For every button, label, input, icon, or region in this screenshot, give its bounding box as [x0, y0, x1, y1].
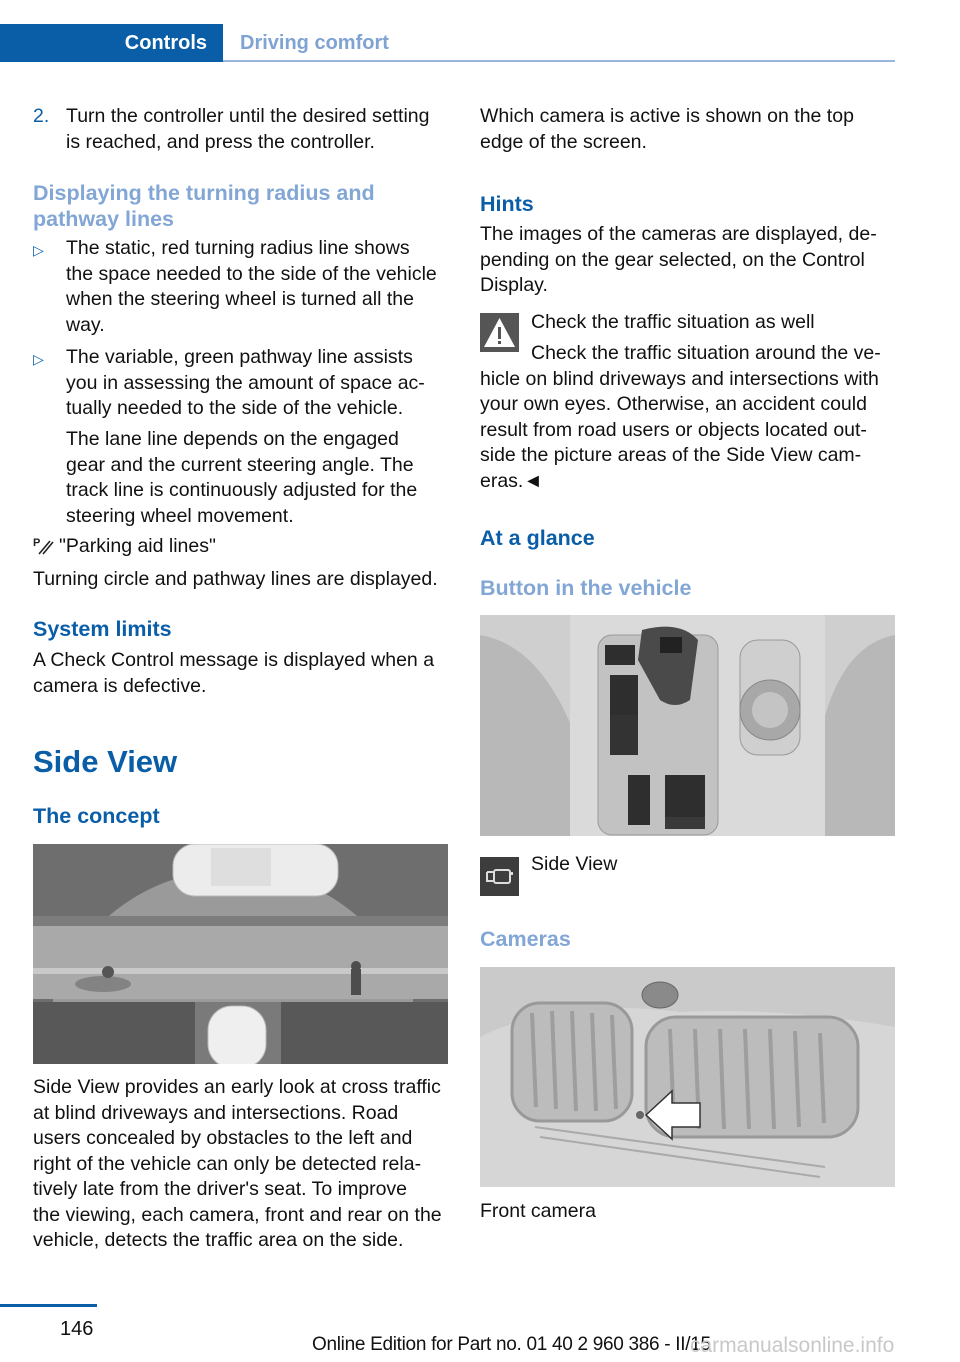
text-line: Display.: [480, 274, 548, 296]
parking-aid-lines-label: "Parking aid lines": [59, 535, 216, 557]
warning-title: Check the traffic situation as well: [531, 311, 815, 333]
text-line: result from road users or objects locate…: [480, 418, 867, 441]
heading-at-a-glance: At a glance: [480, 526, 595, 550]
heading-side-view: Side View: [33, 744, 178, 779]
text-line: way.: [66, 313, 105, 336]
svg-text:P: P: [33, 537, 40, 549]
heading-the-concept: The concept: [33, 804, 160, 828]
step-number: 2.: [33, 105, 50, 127]
heading-system-limits: System limits: [33, 617, 172, 641]
center-console-illustration: [480, 615, 895, 836]
front-camera-caption: Front camera: [480, 1200, 596, 1222]
bullet-2-text: The variable, green pathway line assists…: [66, 345, 425, 422]
bullet-1-text: The static, red turning radius line show…: [66, 236, 437, 338]
text-line: tively late from the driver's seat. To i…: [33, 1178, 408, 1200]
text-line: at blind driveways and intersections. Ro…: [33, 1101, 399, 1124]
concept-text: Side View provides an early look at cros…: [33, 1075, 442, 1254]
system-limits-text: A Check Control message is displayed whe…: [33, 648, 434, 699]
text-line: steering wheel movement.: [66, 504, 294, 527]
edition-text: Online Edition for Part no. 01 40 2 960 …: [312, 1334, 711, 1355]
text-line: camera is defective.: [33, 674, 207, 697]
watermark: carmanualsonline.info: [690, 1334, 895, 1357]
text-line: Side View provides an early look at cros…: [33, 1076, 441, 1098]
text-line: right of the vehicle can only be detecte…: [33, 1152, 422, 1175]
text-line: The static, red turning radius line show…: [66, 237, 410, 259]
text-line: gear and the current steering angle. The: [66, 453, 414, 476]
side-view-button-label: Side View: [531, 853, 618, 875]
text-line: track line is continuously adjusted for …: [66, 479, 418, 501]
text-line: Turn the controller until the desired se…: [66, 105, 430, 127]
parking-aid-description: Turning circle and pathway lines are dis…: [33, 568, 438, 590]
text-line: The images of the cameras are displayed,…: [480, 223, 877, 245]
text-line: Which camera is active is shown on the t…: [480, 105, 854, 127]
side-view-concept-illustration: [33, 844, 448, 1064]
text-line: your own eyes. Otherwise, an accident co…: [480, 393, 867, 415]
hints-text: The images of the cameras are displayed,…: [480, 222, 877, 299]
footer-divider: [0, 1304, 97, 1307]
chapter-tab-controls-label: Controls: [124, 32, 207, 54]
text-line: edge of the screen.: [480, 130, 647, 153]
warning-text: Check the traffic situation around the v…: [480, 341, 900, 494]
chapter-tab-driving-comfort: Driving comfort: [240, 32, 389, 54]
front-camera-illustration: [480, 967, 895, 1187]
text-line: vehicle, detects the traffic area on the…: [33, 1229, 404, 1251]
bullet-2-extra-text: The lane line depends on the engaged gea…: [66, 427, 417, 529]
text-line: The lane line depends on the engaged: [66, 428, 399, 450]
text-line: tually needed to the side of the vehicle…: [66, 397, 404, 419]
active-camera-text: Which camera is active is shown on the t…: [480, 104, 854, 155]
step-2-text: Turn the controller until the desired se…: [66, 104, 429, 155]
text-line: side the picture areas of the Side View …: [480, 444, 862, 466]
text-line: users concealed by obstacles to the left…: [33, 1127, 413, 1149]
text-line: you in assessing the amount of space ac-: [66, 371, 425, 394]
page-number: 146: [60, 1318, 94, 1340]
heading-line: pathway lines: [33, 207, 174, 231]
parking-aid-lines-icon: P: [33, 535, 55, 555]
heading-turning-radius: Displaying the turning radius and pathwa…: [33, 180, 375, 232]
heading-line: Displaying the turning radius and: [33, 181, 375, 205]
text-line: Check the traffic situation around the v…: [531, 342, 881, 364]
text-line: when the steering wheel is turned all th…: [66, 288, 414, 310]
text-line: eras.◄: [480, 469, 543, 492]
text-line: pending on the gear selected, on the Con…: [480, 248, 865, 271]
bullet-triangle-icon: ▷: [33, 351, 44, 367]
text-line: the viewing, each camera, front and rear…: [33, 1203, 442, 1226]
header-divider: [223, 60, 895, 62]
chapter-header: Controls Driving comfort: [0, 24, 895, 62]
text-line: A Check Control message is displayed whe…: [33, 649, 435, 671]
bullet-triangle-icon: ▷: [33, 242, 44, 258]
text-line: the space needed to the side of the vehi…: [66, 262, 437, 285]
heading-hints: Hints: [480, 192, 534, 216]
text-line: is reached, and press the controller.: [66, 130, 375, 153]
chapter-tab-controls: Controls: [0, 24, 223, 62]
text-line: hicle on blind driveways and intersectio…: [480, 367, 879, 390]
heading-button-in-vehicle: Button in the vehicle: [480, 576, 692, 600]
heading-cameras: Cameras: [480, 927, 571, 951]
side-view-button-icon: [480, 857, 519, 896]
text-line: The variable, green pathway line assists: [66, 346, 413, 368]
